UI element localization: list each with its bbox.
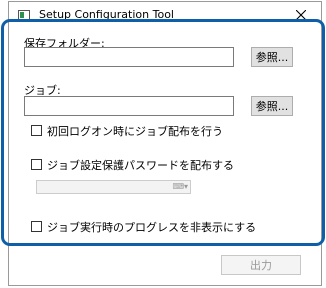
dialog-client-area: 保存フォルダー: 参照... ジョブ: 参照... 初回ログオン時にジョブ配布を… [1, 19, 325, 285]
output-button[interactable]: 出力 [221, 255, 301, 275]
setup-configuration-window: Setup Configuration Tool 保存フォルダー: 参照... … [1, 1, 325, 286]
selection-highlight [1, 19, 325, 246]
